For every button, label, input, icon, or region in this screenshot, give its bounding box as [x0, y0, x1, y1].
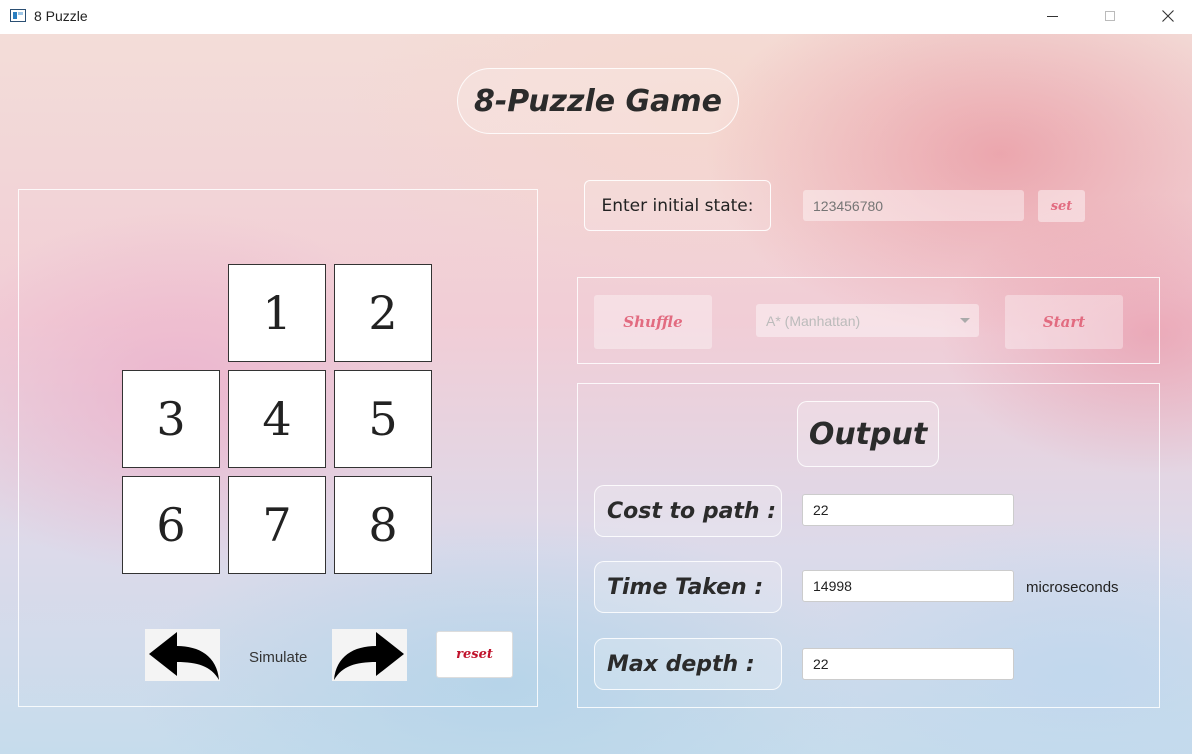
tile-5[interactable]: 5 [334, 370, 432, 468]
algorithm-select[interactable]: A* (Manhattan) [756, 304, 979, 337]
app-content: 8-Puzzle Game 1 2 3 4 5 6 7 8 Simulate r… [0, 34, 1192, 754]
app-window-icon [10, 9, 26, 22]
cost-to-path-field[interactable]: 22 [802, 494, 1014, 526]
tile-3[interactable]: 3 [122, 370, 220, 468]
maximize-button[interactable] [1087, 0, 1133, 32]
start-button[interactable]: Start [1005, 295, 1123, 349]
chevron-down-icon [960, 318, 970, 323]
simulate-label: Simulate [249, 649, 308, 666]
simulate-back-button[interactable] [145, 629, 220, 681]
cost-to-path-label: Cost to path : [594, 485, 782, 537]
simulate-forward-button[interactable] [332, 629, 407, 681]
max-depth-field[interactable]: 22 [802, 648, 1014, 680]
tile-blank[interactable] [122, 264, 220, 362]
tile-1[interactable]: 1 [228, 264, 326, 362]
minimize-button[interactable] [1029, 0, 1075, 32]
close-button[interactable] [1145, 0, 1191, 32]
page-title: 8-Puzzle Game [457, 68, 739, 134]
set-button[interactable]: set [1038, 190, 1085, 222]
algorithm-selected-value: A* (Manhattan) [766, 312, 861, 329]
reset-button[interactable]: reset [436, 631, 513, 678]
tile-8[interactable]: 8 [334, 476, 432, 574]
shuffle-button[interactable]: Shuffle [594, 295, 712, 349]
maximize-icon [1105, 11, 1115, 21]
window-title: 8 Puzzle [34, 8, 88, 24]
output-title: Output [797, 401, 939, 467]
tile-2[interactable]: 2 [334, 264, 432, 362]
initial-state-label: Enter initial state: [584, 180, 771, 231]
tile-6[interactable]: 6 [122, 476, 220, 574]
undo-arrow-icon [148, 632, 219, 680]
time-unit-label: microseconds [1026, 579, 1119, 596]
max-depth-label: Max depth : [594, 638, 782, 690]
tile-7[interactable]: 7 [228, 476, 326, 574]
time-taken-label: Time Taken : [594, 561, 782, 613]
window-titlebar: 8 Puzzle [0, 0, 1192, 34]
initial-state-input[interactable] [803, 190, 1024, 221]
minimize-icon [1046, 15, 1058, 17]
close-icon [1162, 10, 1174, 22]
redo-arrow-icon [333, 632, 404, 680]
time-taken-field[interactable]: 14998 [802, 570, 1014, 602]
tile-4[interactable]: 4 [228, 370, 326, 468]
